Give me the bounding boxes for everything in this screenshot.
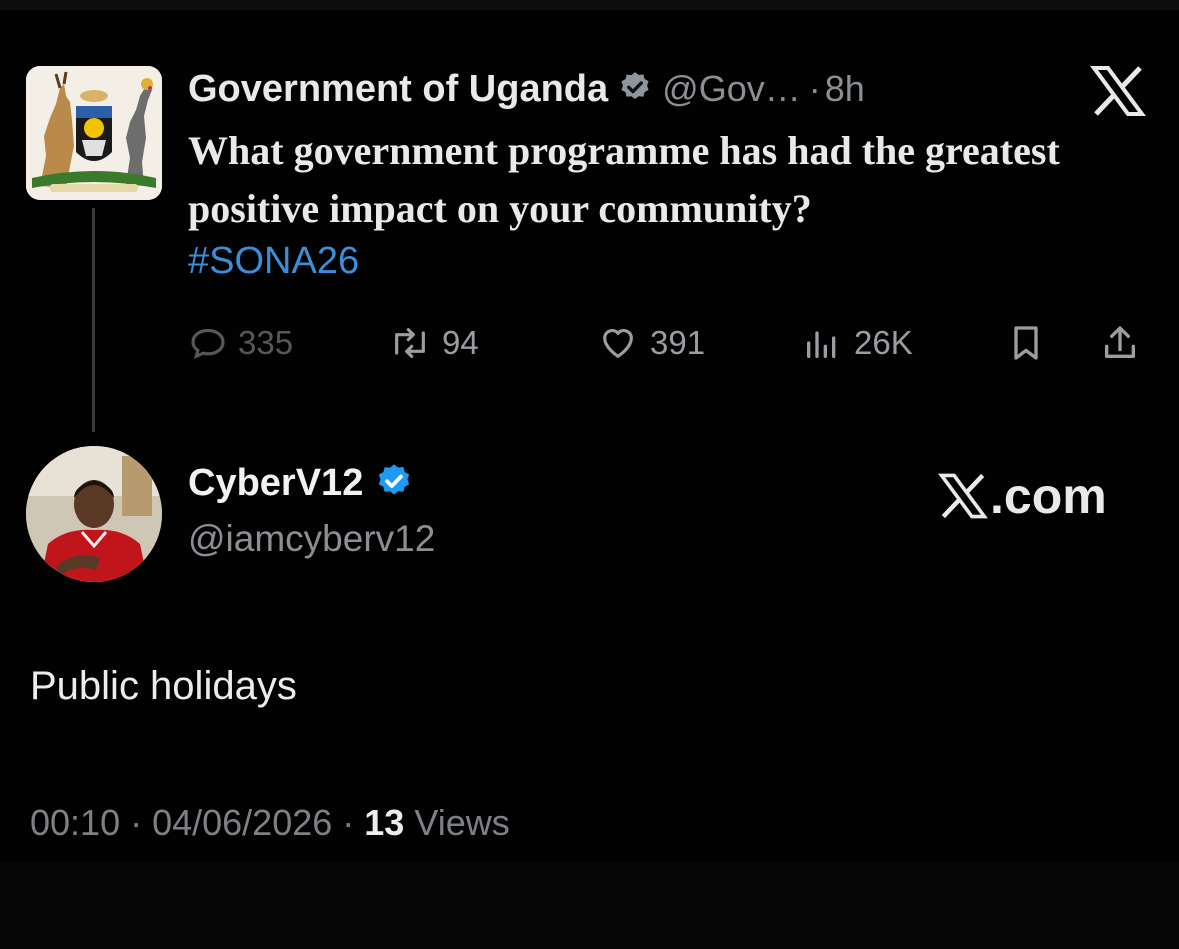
meta-separator: · [120, 802, 153, 843]
views-icon [807, 331, 836, 358]
share-button[interactable] [1100, 318, 1140, 368]
reply-metadata: 00:10 · 04/06/2026 · 13 Views [30, 802, 510, 844]
repost-button[interactable]: 94 [388, 318, 479, 368]
like-button[interactable]: 391 [596, 318, 705, 368]
reply-time[interactable]: 00:10 [30, 802, 120, 843]
parent-tweet-text: What government programme has had the gr… [188, 128, 1060, 231]
views-count: 26K [854, 324, 913, 361]
reply-views-label: Views [404, 802, 510, 843]
bookmark-icon [1014, 326, 1038, 360]
x-logo-icon [938, 473, 988, 519]
screenshot-frame: Government of Uganda @Gov… · 8h What gov… [0, 0, 1179, 949]
hashtag-link[interactable]: #SONA26 [188, 240, 359, 283]
reply-view-count[interactable]: 13 [364, 802, 404, 843]
reply-icon [191, 328, 225, 360]
parent-tweet-header: Government of Uganda @Gov… · 8h [188, 64, 865, 114]
bottom-band [0, 862, 1179, 949]
x-com-watermark: .com [938, 468, 1107, 524]
reply-count: 335 [238, 324, 294, 361]
like-icon [603, 328, 633, 358]
reply-author-row: CyberV12 [188, 462, 413, 505]
reply-avatar[interactable] [26, 446, 162, 582]
parent-author-name[interactable]: Government of Uganda [188, 68, 608, 111]
verified-badge-icon [618, 70, 652, 109]
top-band [0, 0, 1179, 10]
reply-author-name[interactable]: CyberV12 [188, 462, 363, 505]
reply-handle[interactable]: @iamcyberv12 [188, 518, 435, 560]
x-com-text: .com [990, 468, 1107, 524]
repost-count: 94 [442, 324, 479, 361]
coat-of-arms-icon [26, 66, 162, 200]
reply-date[interactable]: 04/06/2026 [152, 802, 332, 843]
header-separator: · [808, 68, 821, 109]
share-icon [1105, 326, 1135, 358]
x-logo-icon [1090, 66, 1146, 116]
tweet-action-bar: 335 94 391 26K [188, 318, 1148, 368]
parent-timestamp[interactable]: 8h [825, 68, 865, 110]
profile-photo-icon [26, 446, 162, 582]
parent-handle[interactable]: @Gov… [662, 68, 801, 110]
parent-avatar[interactable] [26, 66, 162, 200]
reply-tweet-text: Public holidays [30, 664, 297, 708]
bookmark-button[interactable] [1006, 318, 1046, 368]
repost-icon [395, 328, 425, 358]
like-count: 391 [650, 324, 706, 361]
meta-separator: · [332, 802, 365, 843]
verified-badge-icon [375, 462, 413, 505]
thread-connector-line [92, 208, 95, 432]
reply-button[interactable]: 335 [188, 318, 293, 368]
views-button[interactable]: 26K [800, 318, 913, 368]
